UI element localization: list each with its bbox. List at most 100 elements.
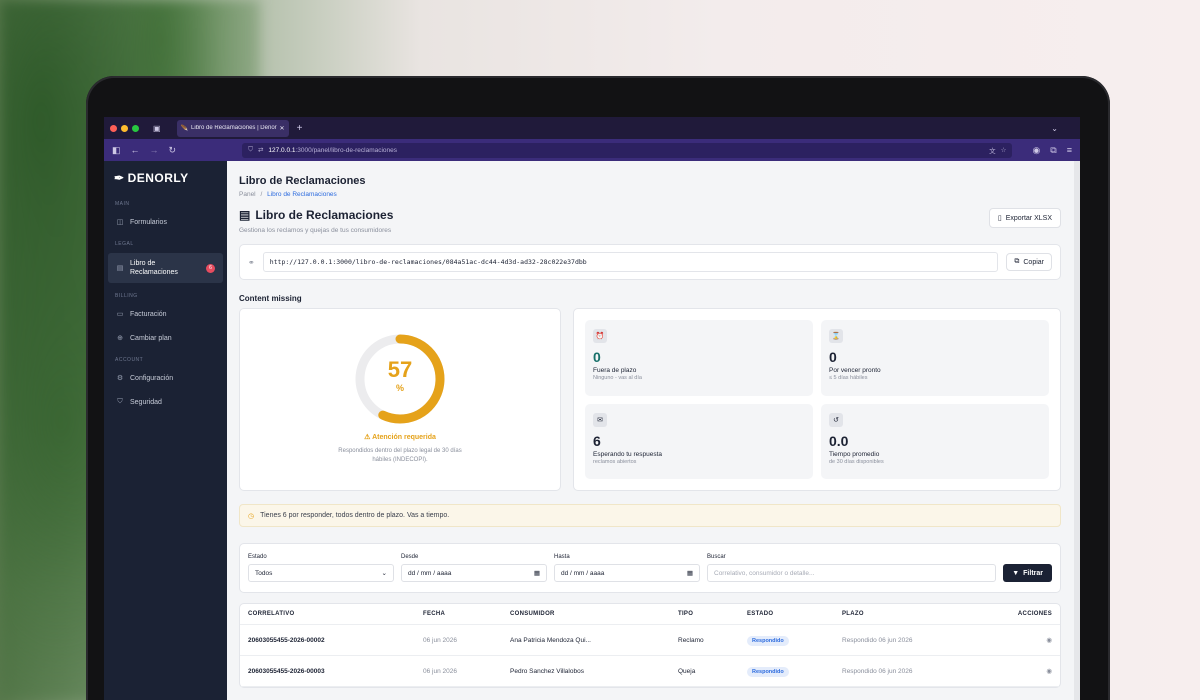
breadcrumb-root[interactable]: Panel	[239, 191, 256, 198]
copy-icon: ⧉	[1014, 258, 1020, 265]
gear-icon: ⚙	[116, 375, 124, 382]
close-tab-icon[interactable]: ✕	[280, 125, 285, 132]
gauge-status: ⚠ Atención requerida	[364, 433, 436, 441]
account-icon[interactable]: ◉	[1032, 145, 1040, 156]
status-notice: ◷ Tienes 6 por responder, todos dentro d…	[239, 504, 1061, 527]
form-icon: ◫	[116, 219, 124, 226]
compliance-gauge-card: 57 % ⚠ Atención requerida Respondidos de…	[239, 308, 561, 491]
col-estado[interactable]: ESTADO	[747, 611, 842, 617]
maximize-window-button[interactable]	[132, 124, 139, 132]
sidebar-item-label: Seguridad	[130, 398, 162, 406]
copy-label: Copiar	[1023, 258, 1044, 266]
cell-plazo: Respondido 06 jun 2026	[842, 667, 913, 675]
breadcrumb-current[interactable]: Libro de Reclamaciones	[267, 191, 337, 198]
breadcrumb-separator: /	[260, 191, 263, 198]
browser-tab[interactable]: 🪶 Libro de Reclamaciones | Denorly ✕	[176, 119, 289, 137]
alarm-icon: ⏰	[593, 329, 607, 343]
hasta-date-input[interactable]: dd / mm / aaaa ▦	[554, 564, 700, 582]
metric-por-vencer: ⌛ 0 Por vencer pronto ≤ 5 días hábiles	[821, 320, 1049, 396]
cell-consumidor: Pedro Sanchez Villalobos	[510, 667, 584, 675]
desde-date-input[interactable]: dd / mm / aaaa ▦	[401, 564, 547, 582]
cell-plazo: Respondido 06 jun 2026	[842, 636, 913, 644]
public-link-card: ⚭ http://127.0.0.1:3000/libro-de-reclama…	[239, 244, 1061, 280]
calendar-icon[interactable]: ▦	[687, 569, 693, 577]
col-consumidor[interactable]: CONSUMIDOR	[510, 611, 678, 617]
metric-hint: Ninguno - vas al día	[593, 375, 642, 381]
new-tab-button[interactable]: +	[297, 123, 303, 134]
minimize-window-button[interactable]	[121, 124, 128, 132]
breadcrumb: Panel / Libro de Reclamaciones	[239, 191, 1068, 198]
bookmark-star-icon[interactable]: ☆	[1001, 146, 1007, 154]
book-icon: ▤	[239, 208, 251, 222]
logo-text: DENORLY	[127, 171, 189, 185]
metric-label: Fuera de plazo	[593, 367, 637, 374]
calendar-icon[interactable]: ▦	[534, 569, 540, 577]
col-tipo[interactable]: TIPO	[678, 611, 747, 617]
table-row[interactable]: 20603055455-2026-00003 06 jun 2026 Pedro…	[240, 656, 1060, 687]
cell-correlativo: 20603055455-2026-00003	[248, 667, 325, 675]
back-icon[interactable]: ←	[131, 145, 140, 155]
section-account: ACCOUNT	[115, 357, 144, 363]
receipt-icon: ▭	[116, 311, 124, 318]
sidebar: ✒ DENORLY MAIN ◫ Formularios LEGAL ▤ Libro …	[104, 161, 227, 700]
hourglass-icon: ⌛	[829, 329, 843, 343]
tab-list-chevron-icon[interactable]: ⌄	[1051, 124, 1058, 133]
sidebar-toggle-icon[interactable]: ◧	[112, 145, 121, 156]
extensions-icon[interactable]: ⧉	[1050, 145, 1056, 156]
link-icon: ⚭	[248, 257, 255, 267]
buscar-label: Buscar	[707, 554, 726, 560]
browser-navbar: ◧ ← → ↻ ⛉ ⇄ 127.0.0.1:3000/panel/libro-d…	[104, 139, 1080, 161]
stats-row: 57 % ⚠ Atención requerida Respondidos de…	[239, 308, 1061, 491]
filter-label: Filtrar	[1023, 569, 1043, 577]
logo[interactable]: ✒ DENORLY	[108, 171, 223, 185]
gauge-percent-sign: %	[395, 383, 404, 393]
menu-icon[interactable]: ≡	[1067, 145, 1072, 156]
sidebar-item-formularios[interactable]: ◫ Formularios	[108, 213, 223, 231]
col-plazo[interactable]: PLAZO	[842, 611, 1012, 617]
sidebar-item-label: Libro de Reclamaciones	[130, 260, 178, 276]
col-correlativo[interactable]: CORRELATIVO	[248, 611, 423, 617]
metric-fuera-de-plazo: ⏰ 0 Fuera de plazo Ninguno - vas al día	[585, 320, 813, 396]
view-eye-icon[interactable]: ◉	[1012, 667, 1052, 675]
reload-icon[interactable]: ↻	[169, 145, 177, 156]
tab-overview-icon[interactable]: ▣	[153, 124, 161, 133]
estado-select[interactable]: Todos ⌄	[248, 564, 394, 582]
filter-button[interactable]: ▼ Filtrar	[1003, 564, 1052, 582]
view-eye-icon[interactable]: ◉	[1012, 636, 1052, 644]
sidebar-item-label: Formularios	[130, 218, 167, 226]
page-title: ▤ Libro de Reclamaciones	[239, 208, 393, 222]
hasta-placeholder: dd / mm / aaaa	[561, 569, 605, 577]
metric-hint: reclamos abiertos	[593, 458, 637, 465]
metric-hint: de 30 días disponibles	[829, 458, 884, 465]
claims-table: CORRELATIVO FECHA CONSUMIDOR TIPO ESTADO…	[239, 603, 1061, 688]
sidebar-item-facturacion[interactable]: ▭ Facturación	[108, 305, 223, 323]
export-xlsx-button[interactable]: ▯ Exportar XLSX	[988, 208, 1061, 228]
table-row[interactable]: 20603055455-2026-00002 06 jun 2026 Ana P…	[240, 625, 1060, 656]
url-bar[interactable]: ⛉ ⇄ 127.0.0.1:3000/panel/libro-de-reclam…	[242, 142, 1013, 158]
metric-label: Por vencer pronto	[829, 367, 881, 374]
funnel-icon: ▼	[1012, 569, 1020, 577]
connection-icon: ⇄	[257, 147, 264, 154]
copy-button[interactable]: ⧉ Copiar	[1006, 253, 1052, 271]
scrollbar[interactable]	[1074, 161, 1080, 700]
sidebar-item-configuracion[interactable]: ⚙ Configuración	[108, 369, 223, 387]
col-fecha[interactable]: FECHA	[423, 611, 510, 617]
close-window-button[interactable]	[110, 124, 117, 132]
page-title-text: Libro de Reclamaciones	[255, 208, 394, 222]
metric-tiempo-promedio: ↺ 0.0 Tiempo promedio de 30 días disponi…	[821, 403, 1049, 479]
url-path: :3000/panel/libro-de-reclamaciones	[295, 146, 398, 154]
forward-icon[interactable]: →	[150, 145, 159, 155]
section-legal: LEGAL	[115, 241, 134, 247]
gauge-status-text: Atención requerida	[372, 434, 436, 441]
warning-icon: ⚠	[364, 434, 373, 441]
tab-title: Libro de Reclamaciones | Denorly	[191, 125, 277, 131]
search-input[interactable]: Correlativo, consumidor o detalle...	[707, 564, 997, 582]
cell-fecha: 06 jun 2026	[423, 636, 457, 644]
sidebar-item-cambiar-plan[interactable]: ⊕ Cambiar plan	[108, 329, 223, 347]
cell-fecha: 06 jun 2026	[423, 667, 457, 675]
translate-icon[interactable]: 文	[989, 145, 996, 155]
public-link-field[interactable]: http://127.0.0.1:3000/libro-de-reclamaci…	[262, 252, 999, 272]
sidebar-item-seguridad[interactable]: ⛉ Seguridad	[108, 393, 223, 411]
desde-label: Desde	[401, 554, 419, 560]
sidebar-item-libro[interactable]: ▤ Libro de Reclamaciones 6	[108, 253, 223, 283]
